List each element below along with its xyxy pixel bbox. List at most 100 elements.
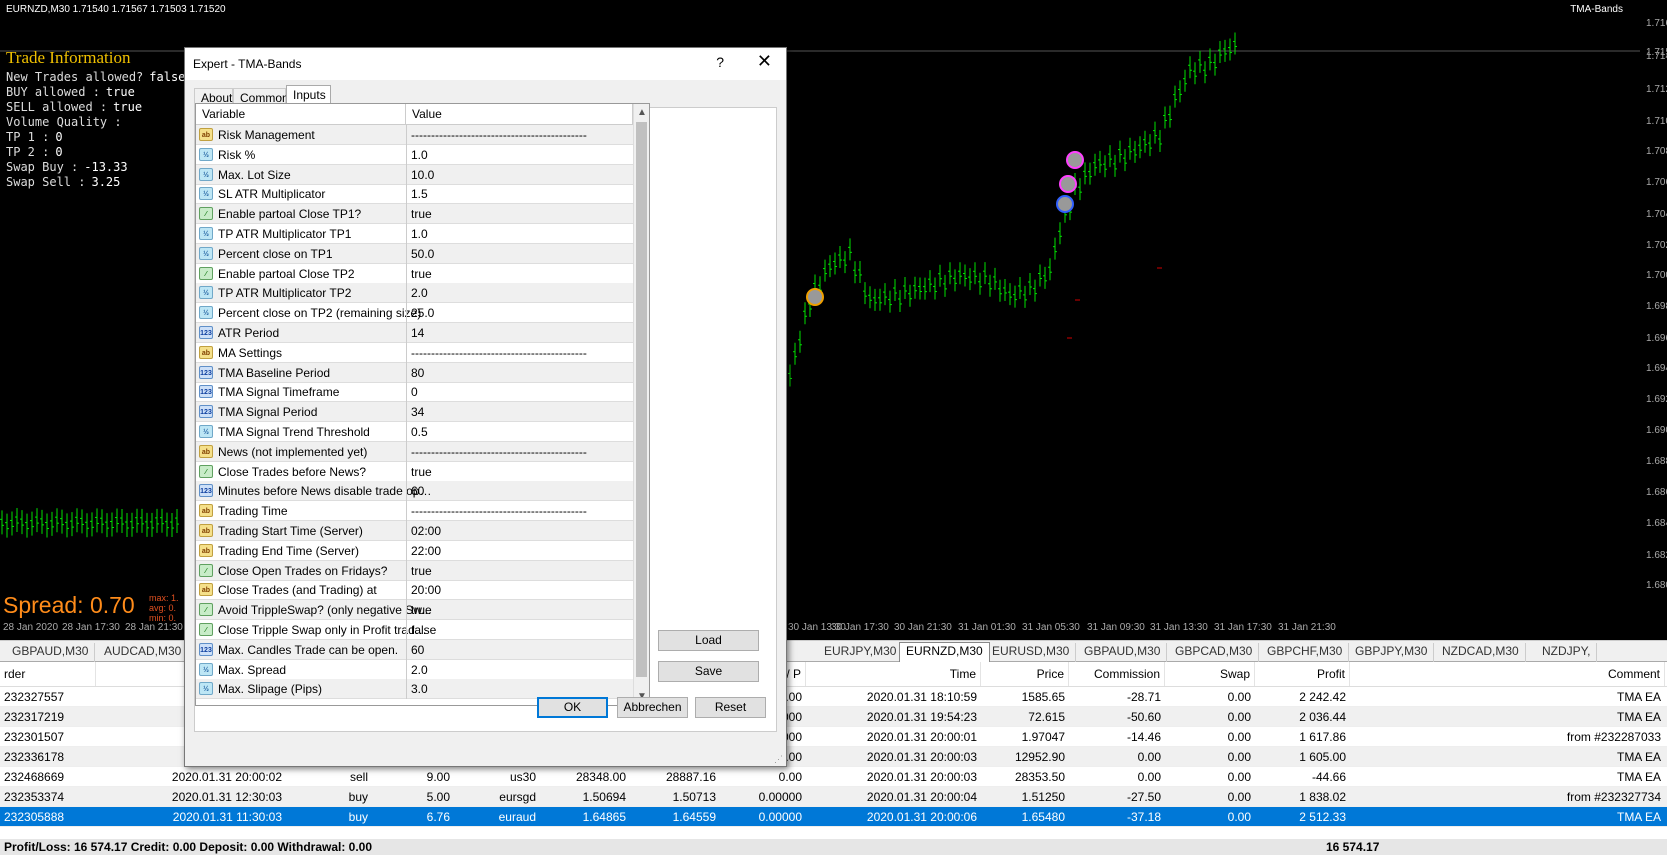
table-row[interactable]: 232353374 2020.01.31 12:30:03 buy 5.00 eursg… <box>0 787 1667 807</box>
trade-arrow-icon[interactable] <box>1059 175 1077 193</box>
param-row[interactable]: 123 TMA Signal Timeframe 0 <box>196 382 633 403</box>
param-value[interactable]: 2.0 <box>406 659 633 680</box>
param-row[interactable]: ⁄ Close Open Trades on Fridays? true <box>196 560 633 581</box>
param-value[interactable]: ----------------------------------------… <box>406 441 633 462</box>
param-row[interactable]: ab MA Settings ---------------------------… <box>196 342 633 363</box>
chart-tab[interactable]: GBPCHF,M30 <box>1261 643 1350 662</box>
chart-tab[interactable]: EURNZD,M30 <box>899 642 990 663</box>
param-value[interactable]: 1.5 <box>406 184 633 205</box>
param-row[interactable]: ⁄ Enable partoal Close TP1? true <box>196 204 633 225</box>
param-row[interactable]: ½ SL ATR Multiplicator 1.5 <box>196 184 633 205</box>
param-value[interactable]: 14 <box>406 323 633 343</box>
param-row[interactable]: ab News (not implemented yet) ------------… <box>196 441 633 462</box>
param-row[interactable]: 123 ATR Period 14 <box>196 323 633 343</box>
param-value[interactable]: true <box>406 263 633 284</box>
terminal-col-header[interactable]: Swap <box>1165 662 1255 686</box>
param-value[interactable]: ----------------------------------------… <box>406 342 633 363</box>
trade-arrow-icon[interactable] <box>806 288 824 306</box>
terminal-col-header[interactable]: rder <box>0 662 96 686</box>
param-row[interactable]: ab Trading Start Time (Server) 02:00 <box>196 521 633 541</box>
dialog-titlebar[interactable]: Expert - TMA-Bands ? ✕ <box>185 48 786 80</box>
param-row[interactable]: 123 TMA Baseline Period 80 <box>196 362 633 383</box>
col-variable[interactable]: Variable <box>196 104 406 125</box>
chart-tab[interactable]: AUDCAD,M30 <box>98 643 189 662</box>
chart-tab[interactable]: GBPAUD,M30 <box>6 643 96 662</box>
chart-tab[interactable]: EURJPY,M30 <box>818 643 904 662</box>
param-value[interactable]: 34 <box>406 402 633 423</box>
param-row[interactable]: 123 Minutes before News disable trade ope… <box>196 481 633 502</box>
param-name: Risk Management <box>218 128 315 142</box>
trade-arrow-icon[interactable] <box>1056 195 1074 213</box>
param-value[interactable]: true <box>406 461 633 482</box>
param-row[interactable]: ab Risk Management -----------------------… <box>196 125 633 145</box>
param-value[interactable]: 1.0 <box>406 224 633 244</box>
chart-tab[interactable]: GBPAUD,M30 <box>1078 643 1168 662</box>
param-value[interactable]: 10.0 <box>406 164 633 185</box>
param-value[interactable]: true <box>406 560 633 581</box>
param-value[interactable]: 02:00 <box>406 521 633 541</box>
param-value[interactable]: 0.5 <box>406 422 633 442</box>
grid-scrollbar[interactable]: ▲ ▼ <box>633 104 649 705</box>
trade-info-row: TP 1 : 0 <box>6 130 185 145</box>
param-value[interactable]: 2.0 <box>406 283 633 304</box>
chart-tab[interactable]: NZDJPY, <box>1536 643 1598 662</box>
param-row[interactable]: ab Trading End Time (Server) 22:00 <box>196 540 633 561</box>
param-value[interactable]: ----------------------------------------… <box>406 125 633 145</box>
terminal-col-header[interactable]: Profit <box>1255 662 1350 686</box>
param-row[interactable]: ab Trading Time --------------------------… <box>196 501 633 522</box>
reset-button[interactable]: Reset <box>695 697 766 718</box>
trade-info-value: true <box>105 85 135 99</box>
param-value[interactable]: 60 <box>406 481 633 502</box>
param-row[interactable]: ab Close Trades (and Trading) at 20:00 <box>196 580 633 601</box>
param-value[interactable]: true <box>406 204 633 225</box>
cancel-button[interactable]: Abbrechen <box>617 697 688 718</box>
param-value[interactable]: 1.0 <box>406 144 633 165</box>
param-row[interactable]: ⁄ Close Tripple Swap only in Profit trade… <box>196 620 633 640</box>
price-tick: 1.682 <box>1646 550 1667 561</box>
param-value[interactable]: 20:00 <box>406 580 633 601</box>
scroll-thumb[interactable] <box>636 122 647 677</box>
trade-arrow-icon[interactable] <box>1066 151 1084 169</box>
param-row[interactable]: 123 Max. Candles Trade can be open. 60 <box>196 639 633 660</box>
param-row[interactable]: 123 TMA Signal Period 34 <box>196 402 633 423</box>
param-row[interactable]: ½ Risk % 1.0 <box>196 144 633 165</box>
save-button[interactable]: Save <box>658 661 759 682</box>
param-row[interactable]: ½ TMA Signal Trend Threshold 0.5 <box>196 422 633 442</box>
param-value[interactable]: true <box>406 600 633 621</box>
terminal-col-header[interactable]: Time <box>806 662 981 686</box>
chart-tab[interactable]: GBPJPY,M30 <box>1349 643 1435 662</box>
close-icon[interactable]: ✕ <box>757 51 772 72</box>
chart-tab[interactable]: GBPCAD,M30 <box>1169 643 1260 662</box>
terminal-col-header[interactable]: Comment <box>1350 662 1665 686</box>
param-value[interactable]: 50.0 <box>406 243 633 264</box>
param-row[interactable]: ½ TP ATR Multiplicator TP2 2.0 <box>196 283 633 304</box>
param-value[interactable]: 0 <box>406 382 633 403</box>
param-value[interactable]: 80 <box>406 362 633 383</box>
chart-tab[interactable]: EURUSD,M30 <box>986 643 1077 662</box>
param-row[interactable]: ½ Percent close on TP2 (remaining size) 25… <box>196 303 633 324</box>
load-button[interactable]: Load <box>658 630 759 651</box>
table-row[interactable]: 232468669 2020.01.31 20:00:02 sell 9.00 us30… <box>0 767 1667 787</box>
bool-type-icon: ⁄ <box>199 563 213 577</box>
chart-tab[interactable]: NZDCAD,M30 <box>1436 643 1526 662</box>
param-row[interactable]: ½ Percent close on TP1 50.0 <box>196 243 633 264</box>
param-row[interactable]: ½ Max. Spread 2.0 <box>196 659 633 680</box>
ok-button[interactable]: OK <box>537 697 608 718</box>
help-button[interactable]: ? <box>716 54 724 70</box>
param-value[interactable]: ----------------------------------------… <box>406 501 633 522</box>
table-row[interactable]: 232305888 2020.01.31 11:30:03 buy 6.76 eurau… <box>0 807 1667 827</box>
terminal-col-header[interactable]: Price <box>981 662 1069 686</box>
param-value[interactable]: false <box>406 620 633 640</box>
param-row[interactable]: ⁄ Enable partoal Close TP2 true <box>196 263 633 284</box>
scroll-up-icon[interactable]: ▲ <box>637 107 647 118</box>
param-value[interactable]: 60 <box>406 639 633 660</box>
col-value[interactable]: Value <box>406 104 633 125</box>
terminal-col-header[interactable]: Commission <box>1069 662 1165 686</box>
param-row[interactable]: ⁄ Close Trades before News? true <box>196 461 633 482</box>
param-row[interactable]: ½ TP ATR Multiplicator TP1 1.0 <box>196 224 633 244</box>
param-row[interactable]: ⁄ Avoid TrippleSwap? (only negative Sw...… <box>196 600 633 621</box>
param-value[interactable]: 22:00 <box>406 540 633 561</box>
param-row[interactable]: ½ Max. Lot Size 10.0 <box>196 164 633 185</box>
param-value[interactable]: 25.0 <box>406 303 633 324</box>
resize-grip-icon[interactable]: ⋰ <box>774 754 784 764</box>
